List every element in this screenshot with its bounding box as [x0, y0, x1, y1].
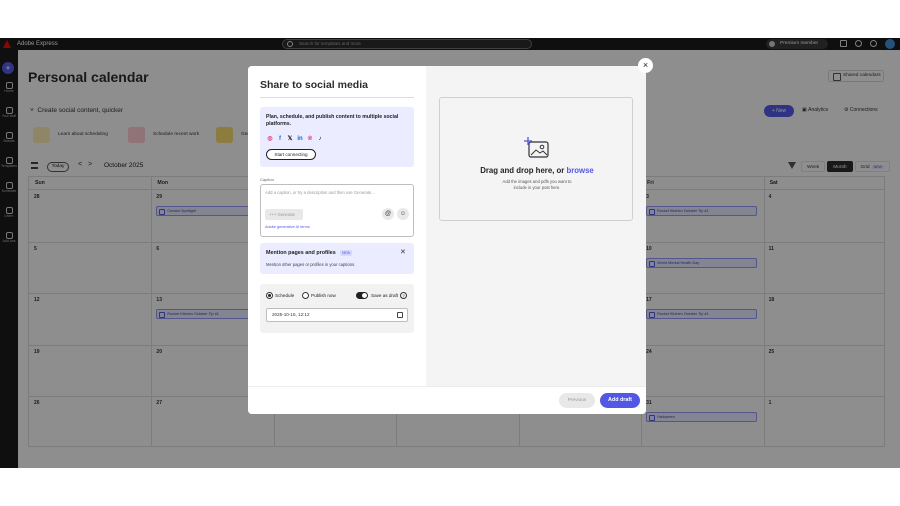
schedule-options: Schedule Publish now Save as draft ? 202…	[260, 284, 414, 333]
calendar-icon[interactable]	[397, 312, 403, 318]
schedule-radio[interactable]	[266, 292, 273, 299]
tiktok-icon: ♪	[318, 136, 322, 142]
modal-title: Share to social media	[260, 79, 368, 91]
new-badge: NEW	[340, 250, 353, 256]
modal-right-pane: Drag and drop here, or browse Add the im…	[426, 66, 646, 386]
generate-button[interactable]: +++ Generate	[265, 209, 303, 220]
x-icon: 𝕏	[287, 136, 293, 142]
mention-icon[interactable]: @	[382, 208, 394, 220]
facebook-icon: f	[279, 136, 281, 142]
browse-link[interactable]: browse	[566, 166, 593, 175]
linkedin-icon: in	[297, 136, 303, 142]
emoji-icon[interactable]: ☺	[397, 208, 409, 220]
media-dropzone[interactable]: Drag and drop here, or browse Add the im…	[439, 97, 633, 221]
mention-banner: Mention pages and profiles NEW Mention o…	[260, 243, 414, 274]
publish-now-label: Publish now	[311, 293, 336, 298]
dropzone-title: Drag and drop here, or browse	[440, 166, 634, 175]
modal-footer: Previous Add draft	[248, 386, 646, 414]
share-modal: Share to social media Plan, schedule, an…	[248, 66, 646, 414]
start-connecting-button[interactable]: Start connecting	[266, 149, 316, 160]
caption-label: Caption	[260, 177, 274, 182]
instagram-icon: ◎	[267, 136, 273, 142]
close-icon[interactable]: ✕	[400, 248, 406, 256]
mention-body: Mention other pages or profiles in your …	[266, 262, 356, 267]
schedule-label: Schedule	[275, 293, 295, 298]
help-icon[interactable]: ?	[400, 292, 407, 299]
publish-now-radio[interactable]	[302, 292, 309, 299]
dropzone-title-text: Drag and drop here, or	[480, 166, 567, 175]
promo-text: Plan, schedule, and publish content to m…	[266, 114, 399, 127]
caption-field[interactable]: Add a caption, or try a description and …	[260, 184, 414, 237]
modal-left-pane: Share to social media Plan, schedule, an…	[248, 66, 426, 386]
caption-placeholder: Add a caption, or try a description and …	[265, 190, 375, 195]
genai-terms-link[interactable]: Adobe generative AI terms	[265, 225, 310, 229]
divider	[260, 97, 414, 98]
add-draft-button[interactable]: Add draft	[600, 393, 640, 408]
dropzone-subtitle: Add the images and pdfs you want to incl…	[502, 179, 572, 190]
previous-button[interactable]: Previous	[559, 393, 595, 408]
save-as-draft-toggle[interactable]	[356, 292, 368, 299]
mention-title: Mention pages and profiles	[266, 250, 336, 256]
datetime-field[interactable]: 2025-10-15, 12:12	[266, 308, 408, 322]
save-as-draft-label: Save as draft	[371, 293, 399, 298]
datetime-value: 2025-10-15, 12:12	[272, 312, 310, 317]
pinterest-icon: ℗	[307, 136, 313, 142]
image-upload-icon	[524, 137, 549, 158]
app-window: Adobe Express Search for templates and m…	[0, 38, 900, 468]
close-modal-button[interactable]: ×	[638, 58, 653, 73]
connect-promo: Plan, schedule, and publish content to m…	[260, 107, 414, 167]
